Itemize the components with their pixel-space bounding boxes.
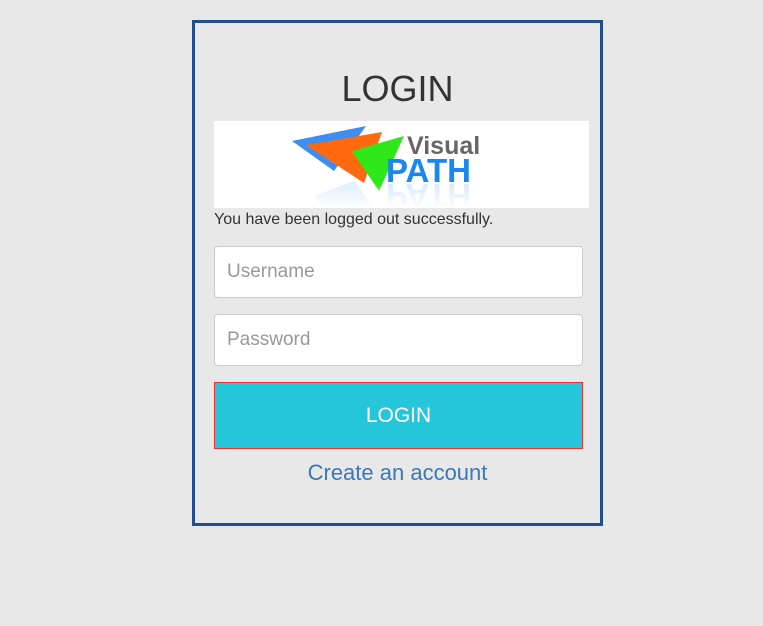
- logout-message: You have been logged out successfully.: [214, 211, 494, 228]
- password-input[interactable]: [214, 314, 583, 366]
- login-button[interactable]: LOGIN: [214, 382, 583, 449]
- visual-path-logo: Visual PATH PATH: [214, 121, 589, 214]
- username-input[interactable]: [214, 246, 583, 298]
- login-panel: LOGIN Visual PATH PATH You have been log…: [192, 20, 603, 526]
- create-account-link[interactable]: Create an account: [195, 460, 600, 486]
- page-title: LOGIN: [341, 68, 454, 109]
